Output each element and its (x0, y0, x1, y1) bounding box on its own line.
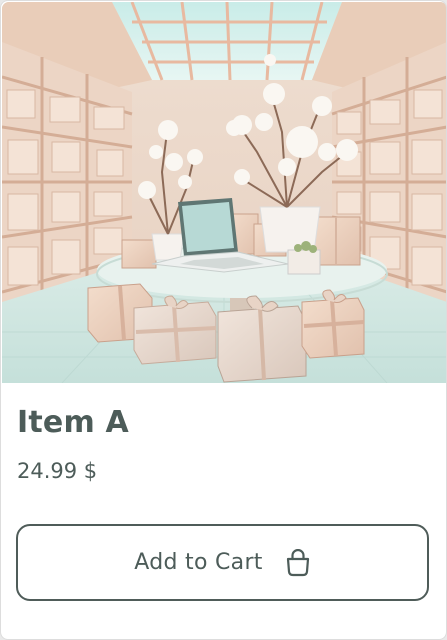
add-to-cart-button[interactable]: Add to Cart (16, 524, 429, 601)
add-to-cart-label: Add to Cart (134, 550, 263, 575)
product-card: Item A 24.99 $ Add to Cart (0, 0, 447, 640)
product-title: Item A (17, 405, 129, 440)
product-image[interactable] (2, 2, 446, 383)
product-price: 24.99 $ (17, 459, 98, 483)
shopping-bag-icon (285, 548, 311, 577)
